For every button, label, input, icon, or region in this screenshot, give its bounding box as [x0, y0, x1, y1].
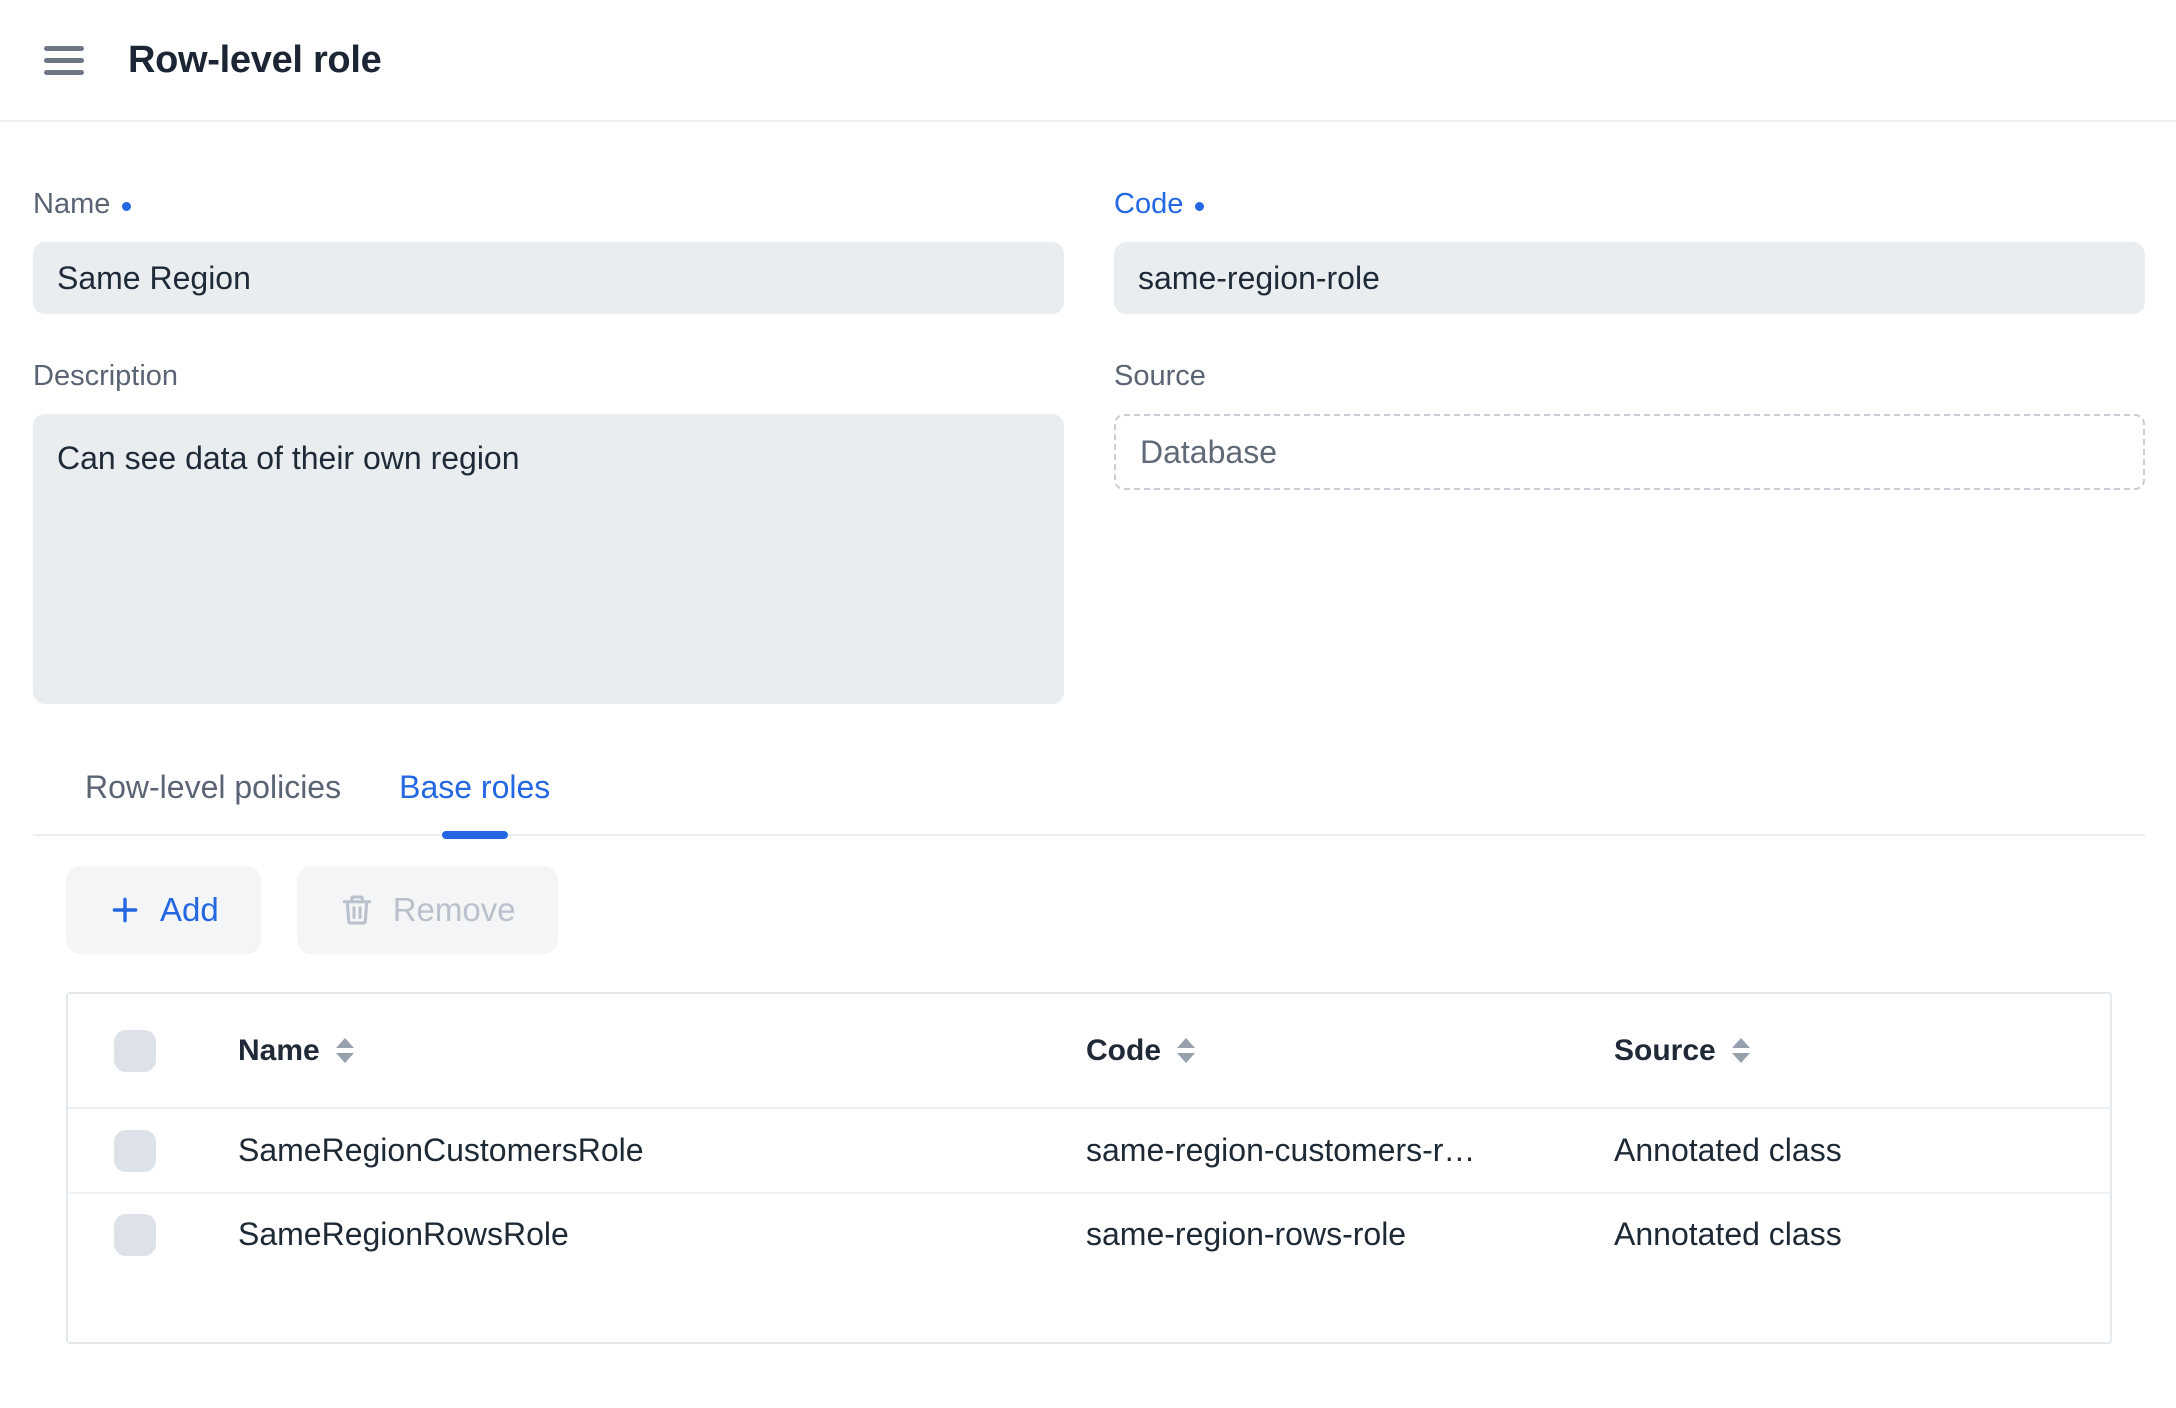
add-button-label: Add — [160, 891, 219, 929]
remove-button[interactable]: Remove — [297, 866, 558, 954]
field-description: Description Can see data of their own re… — [33, 358, 1064, 709]
column-header-name-label: Name — [238, 1034, 320, 1068]
list-toolbar: Add Remove — [66, 866, 2112, 954]
field-name: Name — [33, 186, 1064, 314]
cell-source: Annotated class — [1578, 1216, 2110, 1253]
app-header: Row-level role — [0, 0, 2176, 122]
table-header-row: Name Code Source — [68, 994, 2110, 1109]
remove-button-label: Remove — [393, 891, 516, 929]
page-title: Row-level role — [128, 39, 381, 82]
cell-source: Annotated class — [1578, 1132, 2110, 1169]
column-header-code[interactable]: Code — [1050, 1034, 1578, 1068]
cell-name: SameRegionCustomersRole — [202, 1132, 1050, 1169]
tab-bar: Row-level policies Base roles — [33, 769, 2145, 836]
base-roles-table: Name Code Source SameRegionCustomersRole… — [66, 992, 2112, 1344]
sort-arrows-icon — [1732, 1038, 1750, 1063]
plus-icon — [108, 893, 142, 927]
cell-code: same-region-customers-r… — [1050, 1132, 1578, 1169]
cell-name: SameRegionRowsRole — [202, 1216, 1050, 1253]
detail-form: Name Code Description Can see data of th… — [33, 186, 2145, 709]
column-header-code-label: Code — [1086, 1034, 1161, 1068]
column-header-source[interactable]: Source — [1578, 1034, 2110, 1068]
table-row[interactable]: SameRegionRowsRole same-region-rows-role… — [68, 1192, 2110, 1275]
base-roles-panel: Add Remove Name — [33, 866, 2145, 1344]
field-code: Code — [1114, 186, 2145, 314]
trash-icon — [339, 892, 375, 928]
header-checkbox-cell — [68, 1030, 202, 1072]
code-label[interactable]: Code — [1114, 186, 2145, 222]
column-header-source-label: Source — [1614, 1034, 1716, 1068]
column-header-name[interactable]: Name — [202, 1034, 1050, 1068]
code-label-text: Code — [1114, 186, 1183, 222]
hamburger-menu-icon[interactable] — [44, 46, 84, 75]
row-checkbox-cell — [68, 1130, 202, 1172]
select-row-checkbox[interactable] — [114, 1214, 156, 1256]
source-readonly-field: Database — [1114, 414, 2145, 490]
select-row-checkbox[interactable] — [114, 1130, 156, 1172]
name-input[interactable] — [33, 242, 1064, 314]
source-label-text: Source — [1114, 358, 1206, 394]
required-dot-icon — [1195, 202, 1204, 211]
sort-arrows-icon — [1177, 1038, 1195, 1063]
required-dot-icon — [122, 202, 131, 211]
code-input[interactable] — [1114, 242, 2145, 314]
source-label: Source — [1114, 358, 2145, 394]
field-source: Source Database — [1114, 358, 2145, 490]
row-checkbox-cell — [68, 1214, 202, 1256]
name-label-text: Name — [33, 186, 110, 222]
add-button[interactable]: Add — [66, 866, 261, 954]
table-row[interactable]: SameRegionCustomersRole same-region-cust… — [68, 1109, 2110, 1192]
name-label: Name — [33, 186, 1064, 222]
cell-code: same-region-rows-role — [1050, 1216, 1578, 1253]
description-label-text: Description — [33, 358, 178, 394]
tab-base-roles[interactable]: Base roles — [399, 769, 550, 834]
description-label: Description — [33, 358, 1064, 394]
source-value: Database — [1140, 434, 1277, 471]
tab-row-level-policies[interactable]: Row-level policies — [85, 769, 341, 834]
main-content: Name Code Description Can see data of th… — [0, 122, 2176, 1344]
description-textarea[interactable]: Can see data of their own region — [33, 414, 1064, 704]
select-all-checkbox[interactable] — [114, 1030, 156, 1072]
sort-arrows-icon — [336, 1038, 354, 1063]
